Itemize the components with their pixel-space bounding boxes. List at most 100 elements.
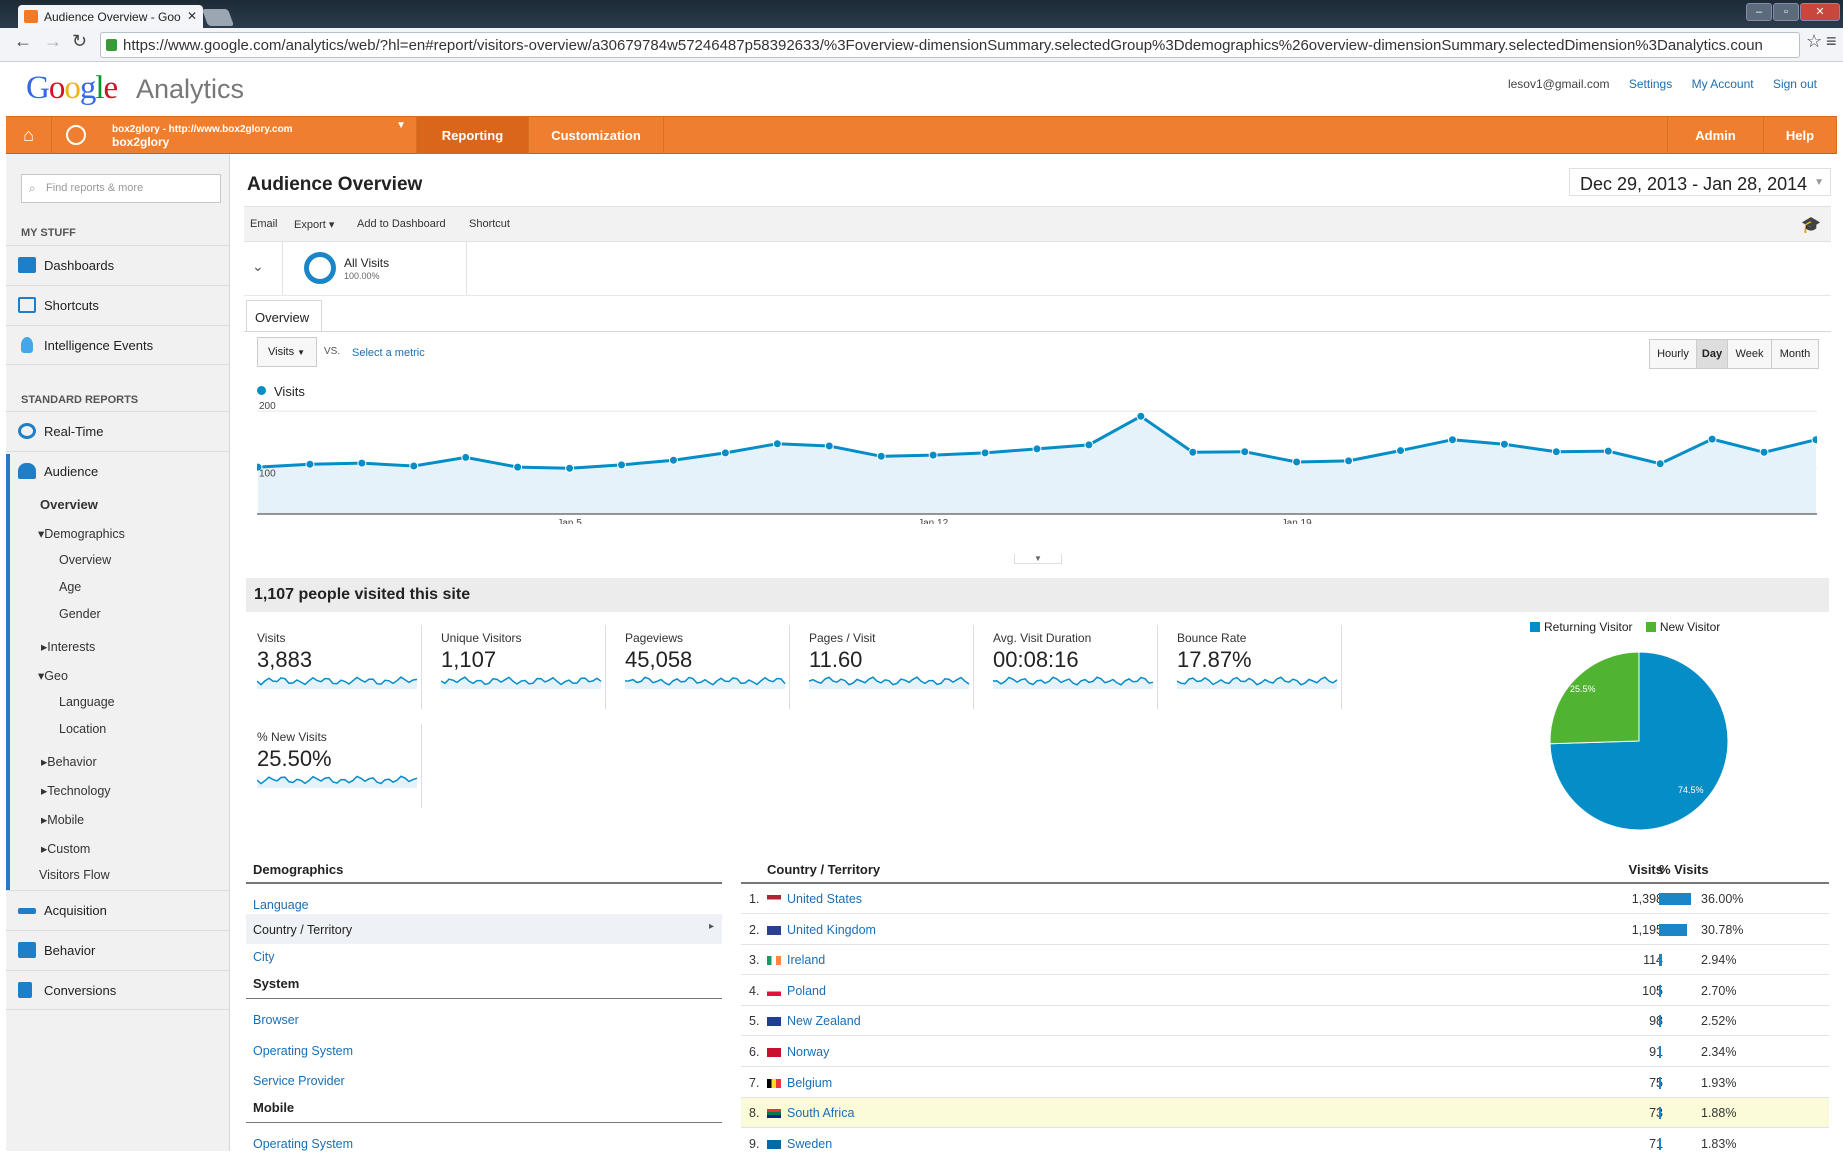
sidebar-item-dashboards[interactable]: Dashboards — [6, 245, 230, 285]
graduation-cap-icon[interactable]: 🎓 — [1801, 215, 1821, 235]
data-point[interactable] — [305, 459, 315, 469]
country-link[interactable]: Norway — [787, 1045, 829, 1059]
close-window-icon[interactable]: ✕ — [1800, 3, 1840, 21]
sidebar-sub-custom[interactable]: ▸Custom — [41, 841, 90, 856]
sign-out-link[interactable]: Sign out — [1773, 77, 1817, 91]
table-row[interactable]: 5. New Zealand 98 2.52% — [741, 1006, 1829, 1037]
country-link[interactable]: South Africa — [787, 1106, 854, 1120]
sidebar-sub-overview[interactable]: Overview — [40, 497, 98, 512]
home-icon[interactable]: ⌂ — [6, 117, 52, 154]
data-point[interactable] — [461, 452, 471, 462]
data-point[interactable] — [1032, 444, 1042, 454]
country-link[interactable]: Belgium — [787, 1076, 832, 1090]
data-point[interactable] — [772, 439, 782, 449]
maximize-icon[interactable]: ▫ — [1773, 3, 1799, 21]
table-row[interactable]: 3. Ireland 114 2.94% — [741, 945, 1829, 976]
table-row[interactable]: 9. Sweden 71 1.83% — [741, 1129, 1829, 1159]
country-link[interactable]: United States — [787, 892, 862, 906]
data-point[interactable] — [1551, 447, 1561, 457]
dim-mobile-os-link[interactable]: Operating System — [253, 1137, 353, 1151]
sidebar-sub-language[interactable]: Language — [59, 695, 115, 709]
metric-card[interactable]: Unique Visitors 1,107 — [441, 625, 606, 709]
data-point[interactable] — [720, 448, 730, 458]
table-row[interactable]: 8. South Africa 73 1.88% — [741, 1098, 1829, 1129]
data-point[interactable] — [1240, 447, 1250, 457]
google-logo[interactable]: Google — [26, 70, 118, 107]
data-point[interactable] — [565, 463, 575, 473]
sidebar-sub-interests[interactable]: ▸Interests — [41, 639, 95, 654]
data-point[interactable] — [668, 455, 678, 465]
data-point[interactable] — [824, 441, 834, 451]
metric-select[interactable]: Visits ▼ — [257, 337, 317, 367]
sidebar-item-acquisition[interactable]: Acquisition — [6, 890, 230, 930]
sidebar-sub-geo[interactable]: ▾Geo — [38, 668, 68, 683]
day-button[interactable]: Day — [1696, 339, 1728, 369]
data-point[interactable] — [513, 462, 523, 472]
data-point[interactable] — [1136, 411, 1146, 421]
sidebar-item-intelligence[interactable]: Intelligence Events — [6, 325, 230, 365]
close-tab-icon[interactable]: ✕ — [187, 9, 197, 23]
table-row[interactable]: 7. Belgium 75 1.93% — [741, 1068, 1829, 1098]
sidebar-sub-behavior[interactable]: ▸Behavior — [41, 754, 97, 769]
forward-icon[interactable]: → — [44, 31, 62, 52]
account-selector[interactable]: box2glory - http://www.box2glory.com box… — [52, 117, 417, 154]
chart-collapse-handle[interactable]: ▼ — [1014, 554, 1062, 564]
data-point[interactable] — [1759, 447, 1769, 457]
metric-card[interactable]: Pages / Visit 11.60 — [809, 625, 974, 709]
data-point[interactable] — [928, 450, 938, 460]
back-icon[interactable]: ← — [14, 31, 32, 52]
tab-admin[interactable]: Admin — [1667, 117, 1764, 154]
email-button[interactable]: Email — [250, 218, 278, 230]
sidebar-sub-visitors-flow[interactable]: Visitors Flow — [39, 868, 110, 882]
sidebar-sub-demo-overview[interactable]: Overview — [59, 553, 111, 567]
metric-card[interactable]: Avg. Visit Duration 00:08:16 — [993, 625, 1158, 709]
table-row[interactable]: 2. United Kingdom 1,195 30.78% — [741, 915, 1829, 945]
chevron-down-icon[interactable]: ⌄ — [252, 258, 264, 275]
segment-name[interactable]: All Visits — [344, 256, 389, 270]
tab-reporting[interactable]: Reporting — [417, 117, 529, 154]
data-point[interactable] — [1655, 459, 1665, 469]
dim-browser-link[interactable]: Browser — [253, 1013, 299, 1027]
data-point[interactable] — [1292, 457, 1302, 467]
week-button[interactable]: Week — [1727, 339, 1772, 369]
sidebar-sub-mobile[interactable]: ▸Mobile — [41, 812, 84, 827]
export-button[interactable]: Export ▾ — [294, 218, 334, 231]
menu-icon[interactable]: ≡ — [1826, 31, 1837, 52]
tab-help[interactable]: Help — [1764, 117, 1837, 154]
sidebar-item-behavior[interactable]: Behavior — [6, 930, 230, 970]
url-field[interactable]: https://www.google.com/analytics/web/?hl… — [100, 32, 1800, 58]
sidebar-sub-gender[interactable]: Gender — [59, 607, 101, 621]
metric-card[interactable]: % New Visits 25.50% — [257, 724, 422, 808]
data-point[interactable] — [1344, 456, 1354, 466]
country-link[interactable]: Poland — [787, 984, 826, 998]
select-metric-link[interactable]: Select a metric — [352, 347, 425, 359]
data-point[interactable] — [1084, 440, 1094, 450]
sidebar-sub-location[interactable]: Location — [59, 722, 106, 736]
dim-city-link[interactable]: City — [253, 950, 275, 964]
hourly-button[interactable]: Hourly — [1649, 339, 1697, 369]
my-account-link[interactable]: My Account — [1692, 77, 1754, 91]
data-point[interactable] — [1396, 446, 1406, 456]
sidebar-item-conversions[interactable]: Conversions — [6, 970, 230, 1010]
country-link[interactable]: Ireland — [787, 953, 825, 967]
minimize-icon[interactable]: – — [1746, 3, 1772, 21]
sidebar-sub-demographics[interactable]: ▾Demographics — [38, 526, 125, 541]
browser-tab[interactable]: Audience Overview - Goo ✕ — [18, 5, 203, 28]
search-input[interactable]: ⌕ Find reports & more — [21, 174, 221, 203]
add-to-dashboard-button[interactable]: Add to Dashboard — [357, 218, 446, 230]
table-row[interactable]: 1. United States 1,398 36.00% — [741, 884, 1829, 914]
country-link[interactable]: New Zealand — [787, 1014, 861, 1028]
shortcut-button[interactable]: Shortcut — [469, 218, 510, 230]
data-point[interactable] — [617, 460, 627, 470]
tab-customization[interactable]: Customization — [529, 117, 664, 154]
data-point[interactable] — [1499, 439, 1509, 449]
data-point[interactable] — [1447, 435, 1457, 445]
bookmark-star-icon[interactable]: ☆ — [1806, 31, 1822, 52]
new-tab-button[interactable] — [201, 9, 235, 26]
sidebar-item-realtime[interactable]: Real-Time — [6, 411, 230, 451]
data-point[interactable] — [876, 451, 886, 461]
metric-card[interactable]: Visits 3,883 — [257, 625, 422, 709]
table-row[interactable]: 4. Poland 105 2.70% — [741, 976, 1829, 1006]
data-point[interactable] — [1811, 435, 1817, 445]
country-link[interactable]: Sweden — [787, 1137, 832, 1151]
